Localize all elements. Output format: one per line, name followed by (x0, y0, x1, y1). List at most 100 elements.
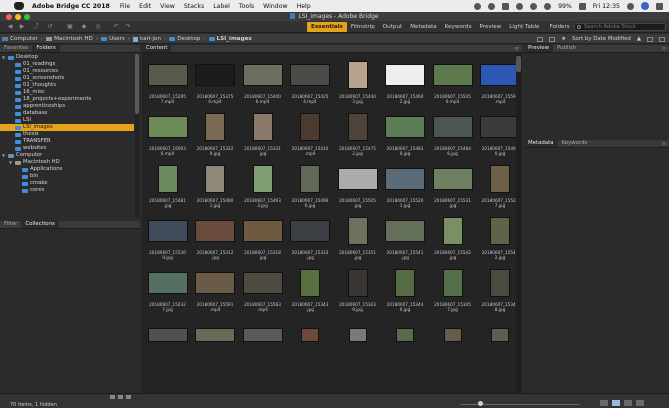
trash-icon[interactable] (659, 36, 665, 42)
folder-tree-item[interactable]: database (0, 110, 134, 117)
thumbnail-image[interactable] (385, 116, 425, 138)
thumbnail-image[interactable] (385, 64, 425, 86)
tab-content[interactable]: Content (142, 45, 172, 52)
menu-help[interactable]: Help (297, 3, 311, 10)
thumbnail-image[interactable] (385, 220, 425, 242)
menu-file[interactable]: File (120, 3, 130, 10)
thumbnail-image[interactable] (301, 328, 319, 342)
thumbnail-item[interactable]: 20180607_15440 3.jpg (334, 58, 381, 108)
sync-icon[interactable] (502, 2, 510, 10)
quality-options-icon[interactable] (549, 36, 556, 42)
thumbnail-image[interactable] (252, 165, 273, 193)
folder-tree-item[interactable]: 18_projects+experiments (0, 96, 134, 103)
thumbnail-image[interactable] (290, 220, 330, 242)
thumbnail-item[interactable]: 20180607_15344 0.jpg (382, 266, 429, 316)
thumbnail-item[interactable]: 20180607_15491 0.jpg (477, 110, 518, 160)
thumbnail-item[interactable] (144, 318, 191, 368)
thumbnail-item[interactable]: 20180607_15542 .jpg (429, 214, 476, 264)
clock[interactable]: Fri 12:35 (593, 3, 620, 10)
thumbnail-image[interactable] (147, 220, 188, 242)
menu-label[interactable]: Label (213, 3, 230, 10)
thumbnail-image[interactable] (195, 328, 235, 342)
thumbnail-image[interactable] (242, 220, 283, 242)
thumbnail-image[interactable] (432, 64, 473, 86)
thumbnail-item[interactable]: 20180607_15318 .jpg (239, 214, 286, 264)
thumbnail-item[interactable]: 20180607_15343 .jpg (287, 266, 334, 316)
rotate-right-icon[interactable]: ↷ (122, 23, 134, 31)
spotlight-icon[interactable] (627, 2, 634, 10)
thumbnail-image[interactable] (442, 269, 463, 297)
disclosure-triangle-icon[interactable]: ▼ (9, 159, 12, 166)
thumbnail-item[interactable]: 20180607_15490 1.jpg (192, 162, 239, 212)
thumbnail-image[interactable] (337, 168, 378, 190)
thumbnail-item[interactable]: 20180607_15425 4.mp4 (287, 58, 334, 108)
parent-folder-icon[interactable]: ⤴ (30, 23, 42, 31)
thumbnail-item[interactable]: 20180607_15520 1.jpg (382, 162, 429, 212)
thumbnail-image[interactable] (490, 269, 510, 297)
workspace-preview[interactable]: Preview (476, 22, 506, 32)
breadcrumb-computer[interactable]: Computer (2, 36, 38, 42)
thumbnail-item[interactable] (334, 318, 381, 368)
thumbnail-item[interactable]: 20180607_15333 .jpg (287, 214, 334, 264)
thumbnail-image[interactable] (491, 328, 509, 342)
folder-tree-item[interactable]: 01_readings (0, 61, 134, 68)
thumbnail-item[interactable] (382, 318, 429, 368)
thumbnail-item[interactable]: 20180607_15343 9.jpg (334, 266, 381, 316)
thumbnail-item[interactable]: 20180607_15410 .mp4 (287, 110, 334, 160)
open-in-camera-raw-icon[interactable]: ◎ (92, 23, 104, 31)
thumbnail-image[interactable] (147, 64, 188, 86)
apple-logo-icon[interactable] (14, 2, 24, 10)
thumbnail-image[interactable] (157, 165, 178, 193)
timemachine-icon[interactable] (516, 2, 524, 10)
thumbnail-item[interactable]: 20180607_15345 8.jpg (477, 266, 518, 316)
thumbnail-item[interactable]: 20180607_15432 7.jpg (144, 266, 191, 316)
search-input[interactable]: Search Adobe Stock (574, 23, 666, 31)
new-smart-collection-icon[interactable] (118, 395, 123, 399)
tab-filter[interactable]: Filter (0, 221, 21, 228)
content-scrollbar[interactable] (516, 54, 521, 392)
thumbnail-image[interactable] (242, 272, 283, 294)
tab-keywords[interactable]: Keywords (558, 140, 592, 147)
thumbnail-item[interactable]: 20180607_15505 .jpg (334, 162, 381, 212)
battery-icon[interactable] (578, 2, 586, 10)
menu-tools[interactable]: Tools (239, 3, 254, 10)
thumbnail-item[interactable]: 20180607_15591 .mp4 (192, 266, 239, 316)
breadcrumb-lsi-images[interactable]: LSI_images (208, 36, 252, 42)
workspace-metadata[interactable]: Metadata (406, 22, 441, 32)
folder-tree-item[interactable]: 16_misc (0, 89, 134, 96)
battery-percent[interactable]: 99% (558, 3, 572, 10)
thumbnail-image[interactable] (490, 217, 510, 245)
thumbnail-item[interactable] (429, 318, 476, 368)
thumbnail-item[interactable]: 20180607_15496 6.jpg (287, 162, 334, 212)
menu-window[interactable]: Window (263, 3, 287, 10)
thumbnail-image[interactable] (195, 272, 235, 294)
recent-files-icon[interactable]: ↺ (44, 23, 56, 31)
disclosure-triangle-icon[interactable]: ▼ (2, 54, 5, 61)
rotate-left-icon[interactable]: ↶ (110, 23, 122, 31)
thumbnail-image[interactable] (242, 64, 283, 86)
tab-publish[interactable]: Publish (553, 45, 580, 52)
thumbnail-image[interactable] (195, 220, 235, 242)
siri-icon[interactable] (641, 2, 649, 10)
thumbnail-item[interactable]: 20180607_15590 .mp4 (477, 58, 518, 108)
folder-tree-item[interactable]: 01_thoughts (0, 82, 134, 89)
tab-preview[interactable]: Preview (524, 45, 553, 52)
menu-edit[interactable]: Edit (139, 3, 151, 10)
thumbnail-image[interactable] (395, 269, 415, 297)
thumbnail-image[interactable] (205, 113, 225, 141)
thumbnail-image[interactable] (252, 113, 273, 141)
thumbnail-item[interactable]: 20180607_15530 9.jpg (144, 214, 191, 264)
bluetooth-icon[interactable] (530, 2, 538, 10)
thumbnail-item[interactable]: 20180607_15481 .jpg (144, 162, 191, 212)
workspace-keywords[interactable]: Keywords (441, 22, 476, 32)
thumbnail-item[interactable]: 20180607_15312 .jpg (192, 214, 239, 264)
folder-tree-item[interactable]: ▼ Macintosh HD (0, 159, 134, 166)
thumbnail-item[interactable] (477, 318, 519, 368)
thumbnail-image[interactable] (480, 64, 518, 86)
disclosure-triangle-icon[interactable]: ▼ (2, 152, 5, 159)
folder-tree-item[interactable]: thesis (0, 131, 134, 138)
folder-tree-item[interactable]: cmake (0, 180, 134, 187)
thumbnail-image[interactable] (300, 113, 320, 141)
folder-tree-item[interactable]: 01_screenshots (0, 75, 134, 82)
thumbnail-item[interactable] (239, 318, 286, 368)
